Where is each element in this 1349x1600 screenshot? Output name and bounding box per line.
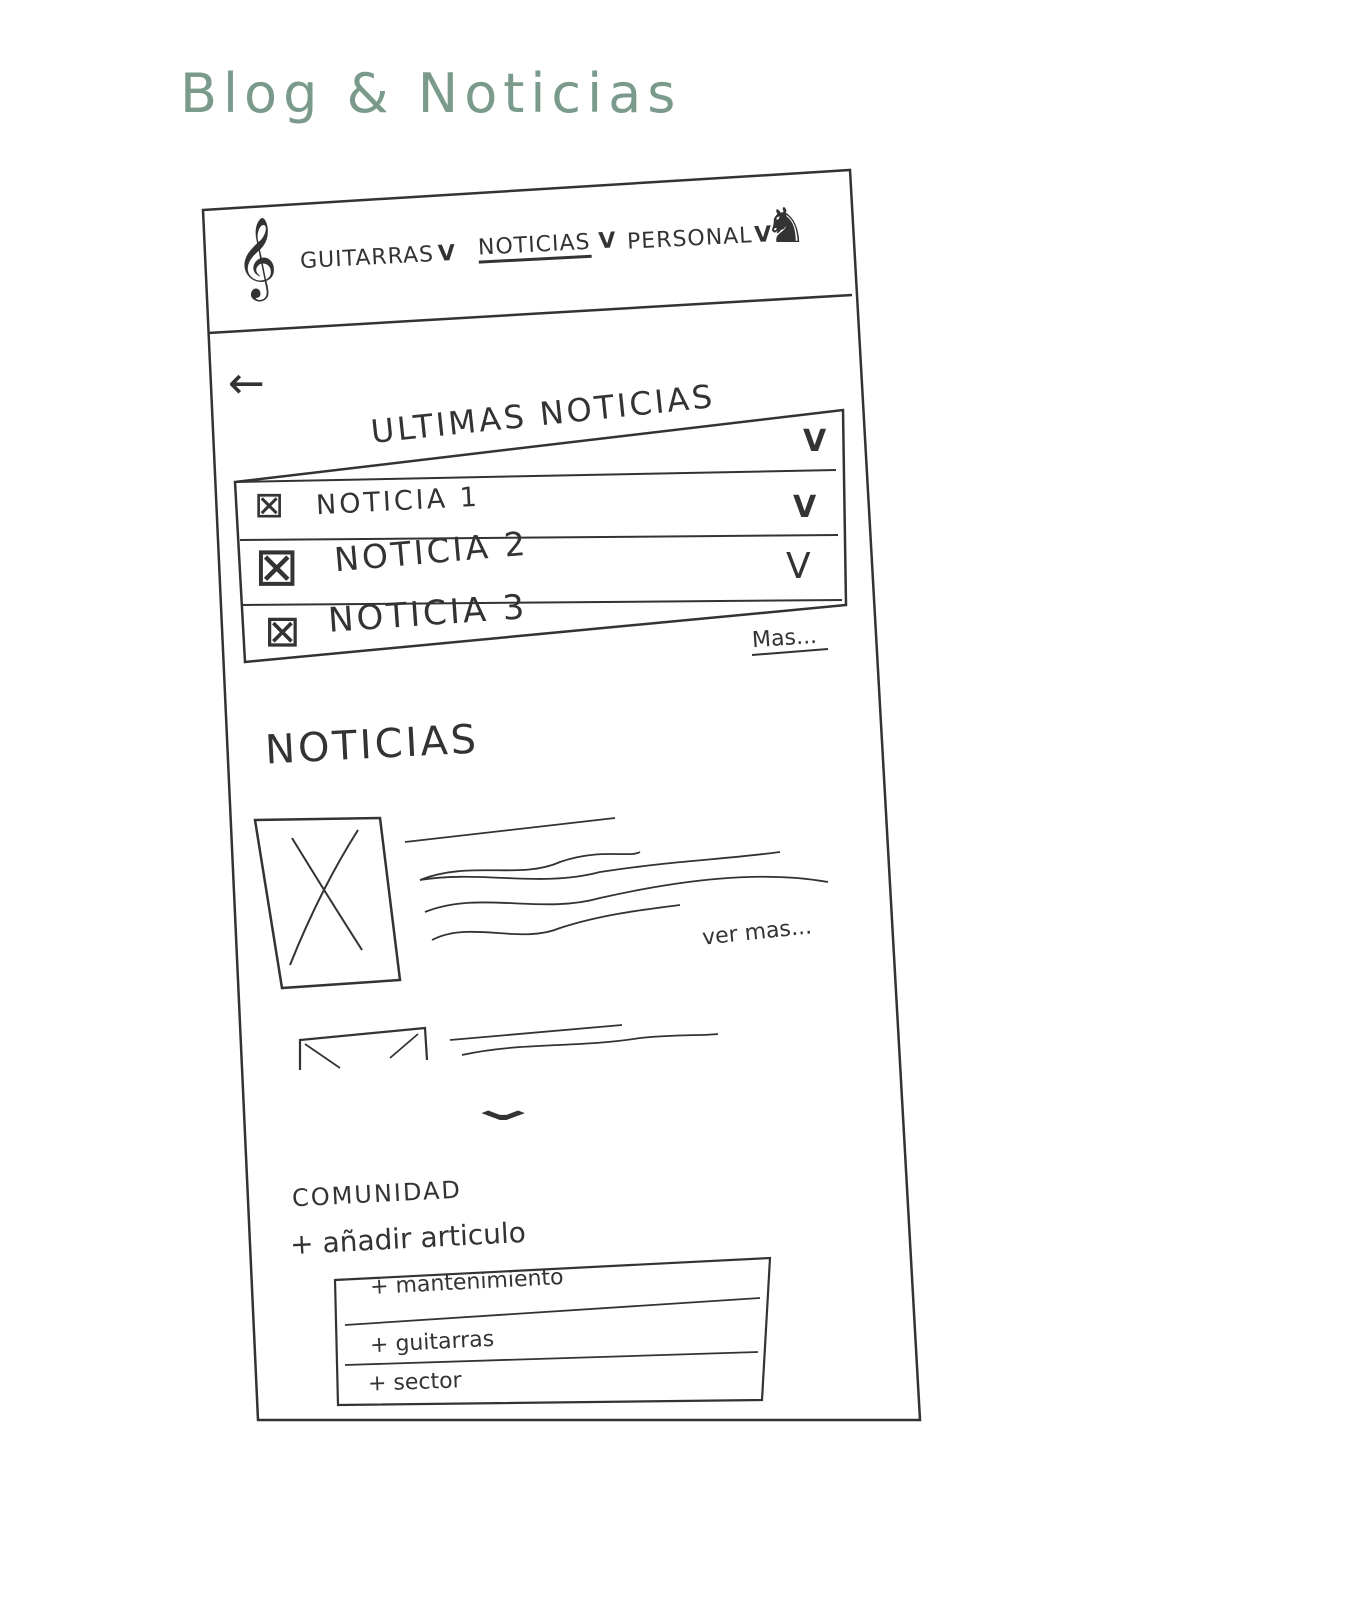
- nav-item-label: NOTICIAS: [477, 229, 592, 264]
- chevron-down-icon: V: [786, 546, 811, 587]
- list-item[interactable]: ⊠ NOTICIA 3: [264, 587, 834, 657]
- chevron-down-icon: V: [597, 228, 618, 255]
- treble-clef-icon[interactable]: 𝄞: [236, 222, 277, 292]
- image-placeholder-icon: ⊠: [264, 606, 301, 657]
- list-item[interactable]: ⊠ NOTICIA 2 V: [254, 524, 834, 598]
- latest-news-chevron-down-icon[interactable]: V: [803, 424, 826, 459]
- more-news-link[interactable]: Mas...: [751, 624, 817, 653]
- option-sector[interactable]: + sector: [368, 1368, 462, 1396]
- back-arrow-icon[interactable]: ←: [228, 362, 265, 406]
- chevron-down-icon: V: [437, 240, 457, 267]
- list-item-label: NOTICIA 1: [315, 481, 481, 522]
- user-icon[interactable]: ♞: [764, 202, 807, 250]
- image-placeholder-icon: ⊠: [254, 535, 300, 598]
- list-item[interactable]: ⊠ NOTICIA 1 V: [250, 481, 830, 534]
- chevron-down-icon: V: [793, 490, 817, 525]
- chevron-down-icon[interactable]: ⌄: [463, 1090, 543, 1126]
- image-placeholder-icon: ⊠: [254, 485, 285, 526]
